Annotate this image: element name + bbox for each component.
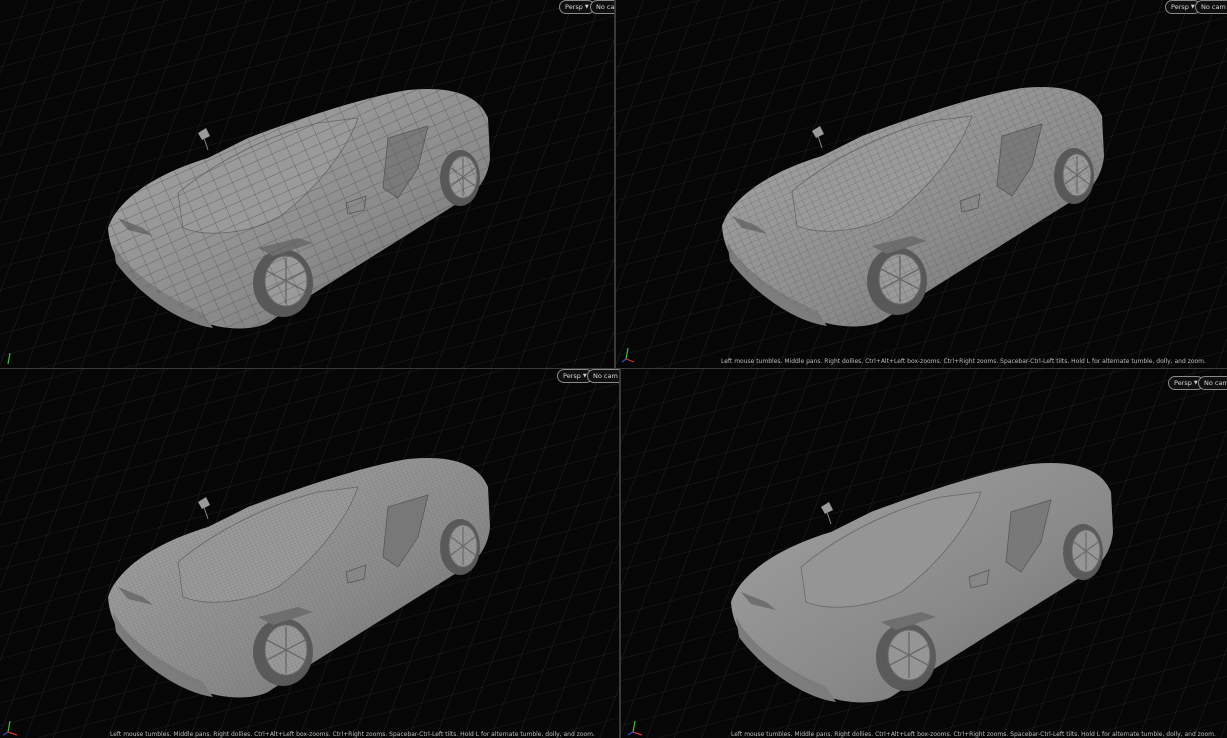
camera-menu-button[interactable]: No cam▼	[587, 369, 619, 383]
axis-gizmo-icon	[621, 347, 635, 363]
axis-gizmo-icon	[7, 352, 11, 365]
viewport-scene[interactable]	[0, 369, 619, 738]
viewport-top-right[interactable]: Persp▼ No cam▼ Left mouse tumbles. Middl…	[616, 0, 1227, 368]
axis-gizmo-icon	[627, 720, 643, 736]
viewport-scene[interactable]	[0, 0, 614, 368]
viewport-divider-vertical[interactable]	[619, 369, 621, 738]
camera-menu-button[interactable]: No cam▼	[1198, 376, 1227, 390]
viewport-hint-text: Left mouse tumbles. Middle pans. Right d…	[731, 731, 1216, 738]
viewport-divider-horizontal[interactable]	[0, 368, 1227, 369]
axis-gizmo-icon	[2, 720, 18, 736]
viewport-hint-text: Left mouse tumbles. Middle pans. Right d…	[721, 358, 1206, 365]
viewport-divider-vertical[interactable]	[614, 0, 616, 368]
camera-menu-button[interactable]: No cam	[590, 0, 614, 14]
viewport-top-left[interactable]: Persp▼ No cam	[0, 0, 614, 368]
viewport-bottom-left[interactable]: Persp▼ No cam▼ Left mouse tumbles. Middl…	[0, 369, 619, 738]
viewport-scene[interactable]	[621, 369, 1227, 738]
camera-menu-button[interactable]: No cam▼	[1195, 0, 1227, 14]
caret-down-icon: ▼	[584, 4, 589, 10]
viewport-hint-text: Left mouse tumbles. Middle pans. Right d…	[110, 731, 595, 738]
viewport-scene[interactable]	[616, 0, 1227, 368]
viewport-bottom-right[interactable]: Persp▼ No cam▼ Left mouse tumbles. Middl…	[621, 369, 1227, 738]
